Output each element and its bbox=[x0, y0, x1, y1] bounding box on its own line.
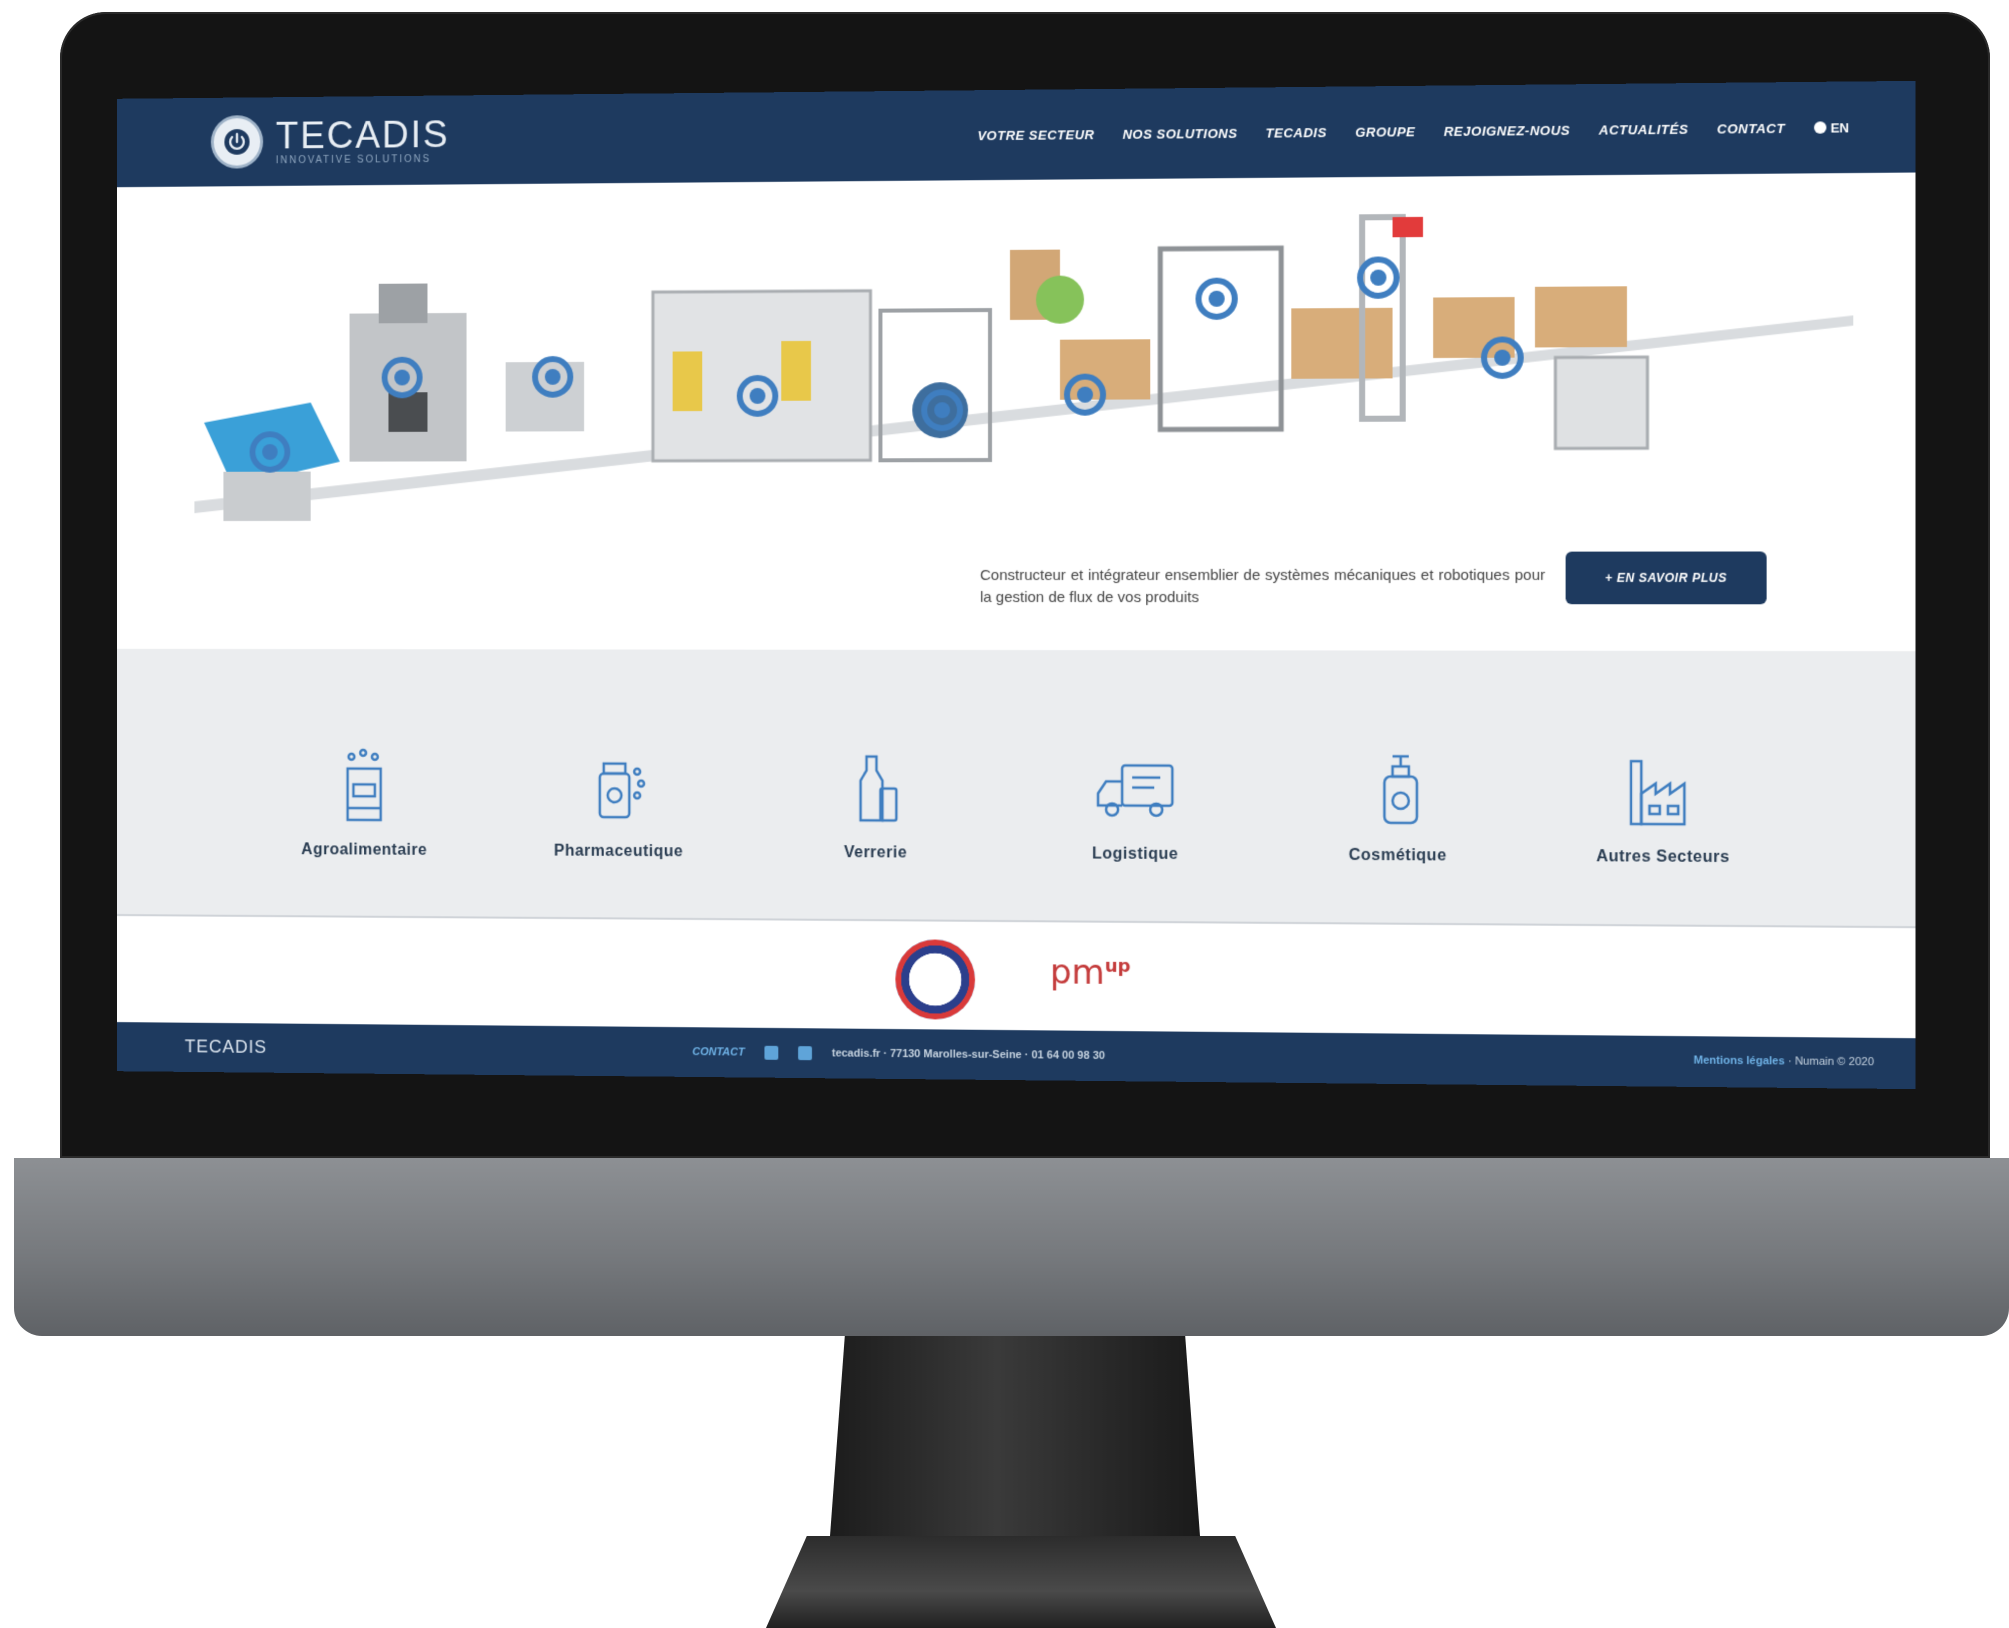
pump-bottle-icon bbox=[1352, 746, 1443, 837]
food-machine-icon bbox=[320, 743, 408, 832]
globe-icon bbox=[1813, 121, 1827, 134]
nav-votre-secteur[interactable]: VOTRE SECTEUR bbox=[977, 127, 1094, 143]
sector-label: Agroalimentaire bbox=[301, 841, 428, 859]
sector-label: Cosmétique bbox=[1348, 846, 1447, 865]
footer-legal-area: Mentions légales · Numain © 2020 bbox=[1693, 1054, 1874, 1069]
website-screen: TECADIS INNOVATIVE SOLUTIONS VOTRE SECTE… bbox=[117, 80, 1916, 1090]
pmup-logo: pmup bbox=[1050, 952, 1131, 993]
sector-label: Verrerie bbox=[843, 844, 908, 862]
pmup-pm-text: pm bbox=[1049, 952, 1105, 993]
power-logo-icon bbox=[213, 118, 261, 166]
logo-name: TECADIS bbox=[275, 113, 450, 157]
footer-credit: Numain © 2020 bbox=[1794, 1055, 1874, 1069]
nav-groupe[interactable]: GROUPE bbox=[1355, 124, 1415, 140]
production-line-illustration bbox=[194, 193, 1854, 522]
footer-address: tecadis.fr · 77130 Marolles-sur-Seine · … bbox=[831, 1047, 1105, 1063]
language-label: EN bbox=[1830, 119, 1850, 136]
nav-contact[interactable]: CONTACT bbox=[1717, 120, 1785, 136]
footer-contact-bar: CONTACT tecadis.fr · 77130 Marolles-sur-… bbox=[682, 1045, 1105, 1063]
en-savoir-plus-button[interactable]: + EN SAVOIR PLUS bbox=[1565, 551, 1767, 605]
truck-icon bbox=[1090, 745, 1180, 836]
footer-contact-link[interactable]: CONTACT bbox=[692, 1046, 744, 1058]
sector-label: Logistique bbox=[1092, 845, 1179, 863]
youtube-icon[interactable] bbox=[798, 1046, 812, 1061]
sector-cosmetique[interactable]: Cosmétique bbox=[1286, 746, 1509, 866]
sector-pharmaceutique[interactable]: Pharmaceutique bbox=[511, 743, 727, 861]
language-switch[interactable]: EN bbox=[1813, 119, 1850, 136]
sector-logistique[interactable]: Logistique bbox=[1025, 745, 1246, 864]
sector-agroalimentaire[interactable]: Agroalimentaire bbox=[257, 743, 471, 860]
factory-icon bbox=[1617, 747, 1709, 839]
nav-nos-solutions[interactable]: NOS SOLUTIONS bbox=[1123, 125, 1238, 141]
sector-verrerie[interactable]: Verrerie bbox=[766, 744, 985, 863]
pmup-up-text: up bbox=[1104, 955, 1131, 977]
partners-section: pmup bbox=[117, 916, 1916, 1039]
main-nav: VOTRE SECTEUR NOS SOLUTIONS TECADIS GROU… bbox=[950, 82, 1850, 181]
site-header: TECADIS INNOVATIVE SOLUTIONS VOTRE SECTE… bbox=[117, 80, 1916, 188]
sector-label: Pharmaceutique bbox=[553, 842, 684, 861]
nav-rejoignez-nous[interactable]: REJOIGNEZ-NOUS bbox=[1444, 122, 1570, 138]
monitor-stand-base bbox=[766, 1536, 1276, 1628]
logo-tagline: INNOVATIVE SOLUTIONS bbox=[275, 153, 432, 166]
sectors-section: Agroalimentaire Pharmaceutique Verrerie … bbox=[117, 648, 1916, 929]
logo[interactable]: TECADIS INNOVATIVE SOLUTIONS bbox=[213, 113, 450, 166]
nav-actualites[interactable]: ACTUALITÉS bbox=[1599, 121, 1689, 137]
pill-bottle-icon bbox=[574, 744, 662, 834]
paris-region-badge-logo bbox=[895, 939, 976, 1020]
monitor-stand-neck bbox=[830, 1336, 1200, 1536]
bottle-jar-icon bbox=[831, 744, 920, 834]
sector-label: Autres Secteurs bbox=[1596, 848, 1730, 867]
hero-description: Constructeur et intégrateur ensemblier d… bbox=[980, 566, 1546, 607]
mentions-legales-link[interactable]: Mentions légales bbox=[1694, 1054, 1785, 1067]
footer-brand: TECADIS bbox=[184, 1036, 268, 1057]
nav-tecadis[interactable]: TECADIS bbox=[1266, 124, 1327, 140]
hero-section: Constructeur et intégrateur ensemblier d… bbox=[117, 172, 1916, 652]
monitor-chin bbox=[14, 1158, 2009, 1336]
linkedin-icon[interactable] bbox=[764, 1045, 779, 1060]
sector-autres-secteurs[interactable]: Autres Secteurs bbox=[1550, 747, 1776, 868]
